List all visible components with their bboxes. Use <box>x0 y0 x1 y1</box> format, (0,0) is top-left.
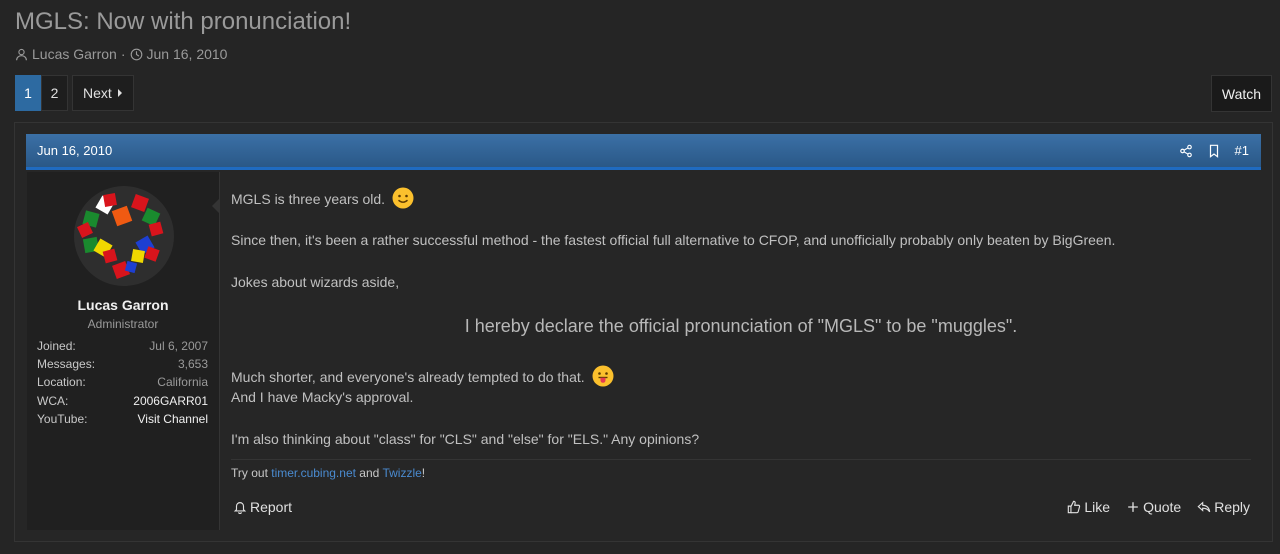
like-label: Like <box>1084 499 1111 515</box>
stat-youtube: YouTube: Visit Channel <box>37 410 208 428</box>
meta-separator: · <box>120 46 126 62</box>
user-stats: Joined: Jul 6, 2007 Messages: 3,653 Loca… <box>37 337 208 428</box>
stat-value[interactable]: California <box>157 373 208 391</box>
post-paragraph-4: Much shorter, and everyone's already tem… <box>231 365 614 387</box>
stat-key: Messages: <box>37 357 96 372</box>
reply-arrow-icon <box>1197 501 1211 513</box>
thumbs-up-icon <box>1068 500 1081 514</box>
thread-meta: Lucas Garron · Jun 16, 2010 <box>15 46 227 62</box>
page-2-button[interactable]: 2 <box>41 75 68 111</box>
share-icon[interactable] <box>1179 144 1193 158</box>
post-header-actions: #1 <box>1179 143 1249 158</box>
quote-button[interactable]: Quote <box>1126 499 1181 515</box>
avatar[interactable] <box>74 186 174 286</box>
post-paragraph-6: I'm also thinking about "class" for "CLS… <box>231 431 700 447</box>
report-label: Report <box>250 499 293 515</box>
reply-label: Reply <box>1214 499 1250 515</box>
post-paragraph-5: And I have Macky's approval. <box>231 389 414 405</box>
next-label: Next <box>83 85 112 101</box>
pagination: 1 2 Next <box>15 75 134 111</box>
paragraph-text: MGLS is three years old. <box>231 191 386 207</box>
like-button[interactable]: Like <box>1067 499 1110 515</box>
post-paragraph-3: Jokes about wizards aside, <box>231 274 400 290</box>
rubiks-avatar-image <box>77 193 164 279</box>
bell-icon <box>233 502 247 514</box>
declaration-text: I hereby declare the official pronunciat… <box>464 316 1018 336</box>
stat-key: Joined: <box>37 339 76 353</box>
report-button[interactable]: Report <box>233 499 292 515</box>
thread-title: MGLS: Now with pronunciation! <box>15 8 352 35</box>
signature-middle: and <box>355 466 383 480</box>
twizzle-link[interactable]: Twizzle <box>382 466 421 480</box>
watch-button[interactable]: Watch <box>1211 75 1272 112</box>
message-arrow <box>212 198 220 214</box>
stat-key: WCA: <box>37 393 69 408</box>
stat-messages: Messages: 3,653 <box>37 355 208 373</box>
signature: Try out timer.cubing.net and Twizzle! <box>231 466 425 480</box>
post-paragraph-2: Since then, it's been a rather successfu… <box>231 232 1116 248</box>
bookmark-icon[interactable] <box>1207 144 1221 158</box>
plus-icon <box>1128 502 1138 512</box>
signature-suffix: ! <box>421 466 426 480</box>
post-date-link[interactable]: Jun 16, 2010 <box>37 143 112 158</box>
page-1-button[interactable]: 1 <box>15 75 41 111</box>
signature-prefix: Try out <box>231 466 272 480</box>
stat-value: Jul 6, 2007 <box>149 339 208 353</box>
reply-button[interactable]: Reply <box>1197 499 1250 515</box>
youtube-channel-link[interactable]: Visit Channel <box>138 410 209 428</box>
timer-link[interactable]: timer.cubing.net <box>271 466 356 480</box>
user-info-panel: Lucas Garron Administrator Joined: Jul 6… <box>27 172 220 530</box>
stat-value[interactable]: 3,653 <box>178 355 208 373</box>
stat-joined: Joined: Jul 6, 2007 <box>37 337 208 355</box>
clock-icon <box>130 48 142 60</box>
username[interactable]: Lucas Garron <box>27 297 219 313</box>
smile-emoji-icon <box>392 187 414 209</box>
quote-label: Quote <box>1143 499 1182 515</box>
user-title: Administrator <box>87 317 159 331</box>
stat-location: Location: California <box>37 373 208 391</box>
post-number-link[interactable]: #1 <box>1235 143 1249 158</box>
thread-author-link[interactable]: Lucas Garron <box>32 46 117 62</box>
signature-divider <box>231 459 1251 460</box>
user-icon <box>16 48 27 60</box>
thread-date-link[interactable]: Jun 16, 2010 <box>147 46 228 62</box>
paragraph-text: Much shorter, and everyone's already tem… <box>231 369 585 385</box>
stat-wca: WCA: 2006GARR01 <box>37 392 208 410</box>
post-actions: Like Quote Reply <box>1067 499 1250 515</box>
stat-key: YouTube: <box>37 411 88 426</box>
stat-key: Location: <box>37 375 86 390</box>
post-paragraph-1: MGLS is three years old. <box>231 187 414 209</box>
post-header: Jun 16, 2010 #1 <box>26 134 1261 170</box>
wca-id-link[interactable]: 2006GARR01 <box>133 392 208 410</box>
tongue-emoji-icon <box>592 365 614 387</box>
next-page-button[interactable]: Next <box>72 75 134 111</box>
caret-right-icon <box>117 89 122 97</box>
